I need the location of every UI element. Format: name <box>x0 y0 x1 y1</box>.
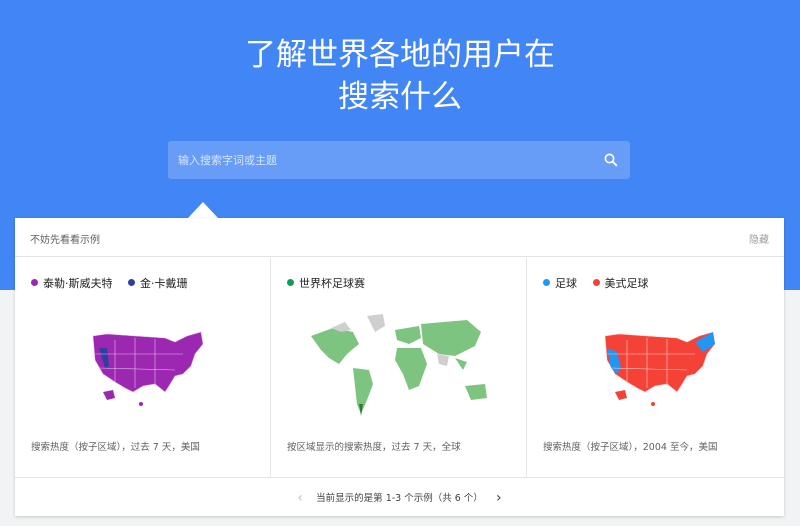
usa-map-icon <box>92 331 204 406</box>
search-input[interactable] <box>178 141 588 179</box>
legend-item: 泰勒·斯威夫特 <box>31 275 113 291</box>
legend-label: 泰勒·斯威夫特 <box>43 277 113 290</box>
card-caption: 搜索热度（按子区域），2004 至今，美国 <box>543 442 718 453</box>
hide-button[interactable]: 隐藏 <box>749 231 769 246</box>
hero-title-line2: 搜索什么 <box>338 79 462 115</box>
legend-item: 足球 <box>543 275 577 291</box>
legend-dot-icon <box>543 279 550 286</box>
chevron-left-icon[interactable]: ‹ <box>292 490 308 506</box>
card-caption: 搜索热度（按子区域），过去 7 天，美国 <box>31 442 200 453</box>
chevron-right-icon[interactable]: › <box>491 490 507 506</box>
legend-label: 美式足球 <box>604 277 649 290</box>
search-box <box>168 141 630 179</box>
panel-title: 不妨先看看示例 <box>30 235 100 246</box>
example-card[interactable]: 泰勒·斯威夫特 金·卡戴珊 搜索热度（按子区域），过去 7 天，美国 <box>15 258 271 477</box>
legend: 世界杯足球赛 <box>287 275 377 291</box>
legend-label: 金·卡戴珊 <box>140 277 188 290</box>
hero-title: 了解世界各地的用户在 搜索什么 <box>0 34 800 118</box>
legend-dot-icon <box>128 279 135 286</box>
legend-item: 世界杯足球赛 <box>287 275 365 291</box>
panel-header: 不妨先看看示例 隐藏 <box>15 218 784 257</box>
legend-item: 美式足球 <box>592 275 649 291</box>
pager-footer: ‹ 当前显示的是第 1-3 个示例（共 6 个） › <box>15 477 784 516</box>
world-map-icon <box>311 314 487 416</box>
usa-map-icon <box>604 331 716 406</box>
pager-text: 当前显示的是第 1-3 个示例（共 6 个） <box>316 493 483 504</box>
card-caption: 按区域显示的搜索热度，过去 7 天，全球 <box>287 442 461 453</box>
hero-title-line1: 了解世界各地的用户在 <box>245 37 555 73</box>
legend-label: 世界杯足球赛 <box>299 277 365 290</box>
search-icon[interactable] <box>602 151 620 169</box>
panel-pointer <box>188 202 218 218</box>
legend-dot-icon <box>287 279 294 286</box>
legend: 足球 美式足球 <box>543 275 661 291</box>
example-card[interactable]: 足球 美式足球 搜索热度（按子区域），2004 至今，美国 <box>527 258 784 477</box>
legend: 泰勒·斯威夫特 金·卡戴珊 <box>31 275 200 291</box>
examples-panel: 不妨先看看示例 隐藏 泰勒·斯威夫特 金·卡戴珊 搜索热度（按子区域），过去 7… <box>15 218 784 516</box>
legend-dot-icon <box>592 279 600 286</box>
legend-item: 金·卡戴珊 <box>128 275 188 291</box>
legend-dot-icon <box>31 279 38 286</box>
legend-label: 足球 <box>555 277 577 290</box>
example-card[interactable]: 世界杯足球赛 按区域显示的搜索热度，过去 7 天，全球 <box>271 258 527 477</box>
pager: ‹ 当前显示的是第 1-3 个示例（共 6 个） › <box>15 490 784 506</box>
